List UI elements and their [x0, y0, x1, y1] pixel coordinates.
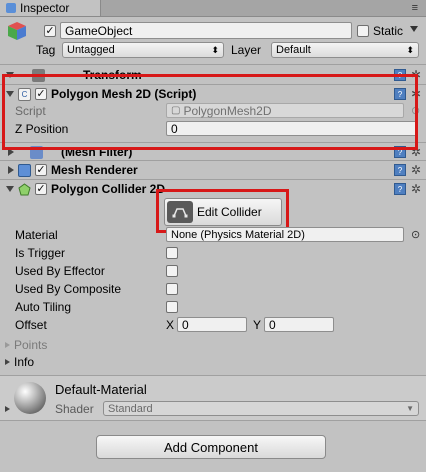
offset-y-input[interactable]: 0 — [264, 317, 334, 332]
mesh-renderer-title: Mesh Renderer — [51, 163, 138, 177]
used-by-composite-checkbox[interactable] — [166, 283, 178, 295]
shader-label: Shader — [55, 402, 94, 416]
mesh-renderer-tools: ? ✲ — [394, 163, 422, 177]
points-label: Points — [14, 338, 48, 352]
mesh-renderer-icon — [18, 163, 31, 177]
highlight-box-polygon-mesh — [2, 74, 418, 150]
material-foldout-icon[interactable] — [5, 406, 10, 412]
offset-x-input[interactable]: 0 — [177, 317, 247, 332]
material-label: Material — [15, 228, 58, 242]
used-by-effector-checkbox[interactable] — [166, 265, 178, 277]
material-object-picker-icon[interactable]: ⊙ — [411, 228, 420, 241]
tag-label: Tag — [36, 43, 56, 57]
used-by-effector-label: Used By Effector — [15, 264, 105, 278]
mesh-renderer-header[interactable]: ✓ Mesh Renderer — [0, 161, 426, 179]
inspector-tab-bar: Inspector ≡ — [0, 0, 426, 17]
used-by-composite-label: Used By Composite — [15, 282, 122, 296]
help-book-icon[interactable]: ? — [394, 164, 406, 176]
points-foldout-icon — [5, 342, 10, 348]
polygon-collider-foldout-icon[interactable] — [6, 186, 14, 192]
gameobject-cube-icon — [8, 22, 26, 40]
static-checkbox[interactable] — [357, 25, 369, 37]
inspector-icon — [6, 3, 16, 13]
mesh-renderer-enabled-checkbox[interactable]: ✓ — [35, 164, 47, 176]
info-label: Info — [14, 355, 35, 369]
shader-dropdown[interactable]: Standard ▼ — [103, 401, 419, 416]
layer-value: Default — [276, 44, 311, 56]
is-trigger-label: Is Trigger — [15, 246, 66, 260]
help-book-icon[interactable]: ? — [394, 183, 406, 195]
mesh-renderer-foldout-icon[interactable] — [8, 166, 14, 174]
info-foldout[interactable]: Info — [5, 355, 34, 369]
add-component-button[interactable]: Add Component — [96, 435, 326, 459]
shader-dropdown-arrow-icon: ▼ — [406, 404, 414, 413]
divider — [0, 420, 426, 421]
settings-gear-icon[interactable]: ✲ — [410, 182, 422, 196]
material-name: Default-Material — [55, 382, 147, 397]
inspector-tab[interactable]: Inspector — [0, 0, 101, 16]
layer-dropdown-arrows-icon: ⬍ — [406, 44, 414, 55]
polygon-collider-title: Polygon Collider 2D — [51, 182, 166, 196]
divider — [0, 64, 426, 65]
settings-gear-icon[interactable]: ✲ — [410, 163, 422, 177]
inspector-tab-label: Inspector — [20, 1, 70, 15]
info-foldout-icon — [5, 359, 10, 365]
static-label: Static — [373, 24, 404, 38]
points-foldout[interactable]: Points — [5, 338, 47, 352]
gameobject-name-input[interactable]: GameObject — [60, 22, 352, 39]
gameobject-active-checkbox[interactable]: ✓ — [44, 25, 56, 37]
layer-label: Layer — [231, 43, 262, 57]
shader-value: Standard — [108, 402, 153, 415]
is-trigger-checkbox[interactable] — [166, 247, 178, 259]
layer-dropdown[interactable]: Default ⬍ — [271, 42, 419, 58]
tab-menu-icon[interactable]: ≡ — [412, 2, 420, 14]
material-sphere-icon — [14, 382, 46, 414]
polygon-collider-icon — [18, 182, 31, 195]
polygon-collider-enabled-checkbox[interactable]: ✓ — [35, 183, 47, 195]
tag-dropdown-arrows-icon: ⬍ — [211, 44, 219, 55]
offset-y-label: Y — [253, 318, 262, 332]
tag-dropdown[interactable]: Untagged ⬍ — [62, 42, 224, 58]
offset-x-label: X — [166, 318, 175, 332]
tag-value: Untagged — [67, 44, 115, 56]
polygon-collider-tools: ? ✲ — [394, 182, 422, 196]
static-dropdown-arrow-icon[interactable] — [410, 26, 418, 32]
material-field[interactable]: None (Physics Material 2D) — [166, 227, 404, 242]
auto-tiling-label: Auto Tiling — [15, 300, 72, 314]
offset-label: Offset — [15, 318, 47, 332]
auto-tiling-checkbox[interactable] — [166, 301, 178, 313]
